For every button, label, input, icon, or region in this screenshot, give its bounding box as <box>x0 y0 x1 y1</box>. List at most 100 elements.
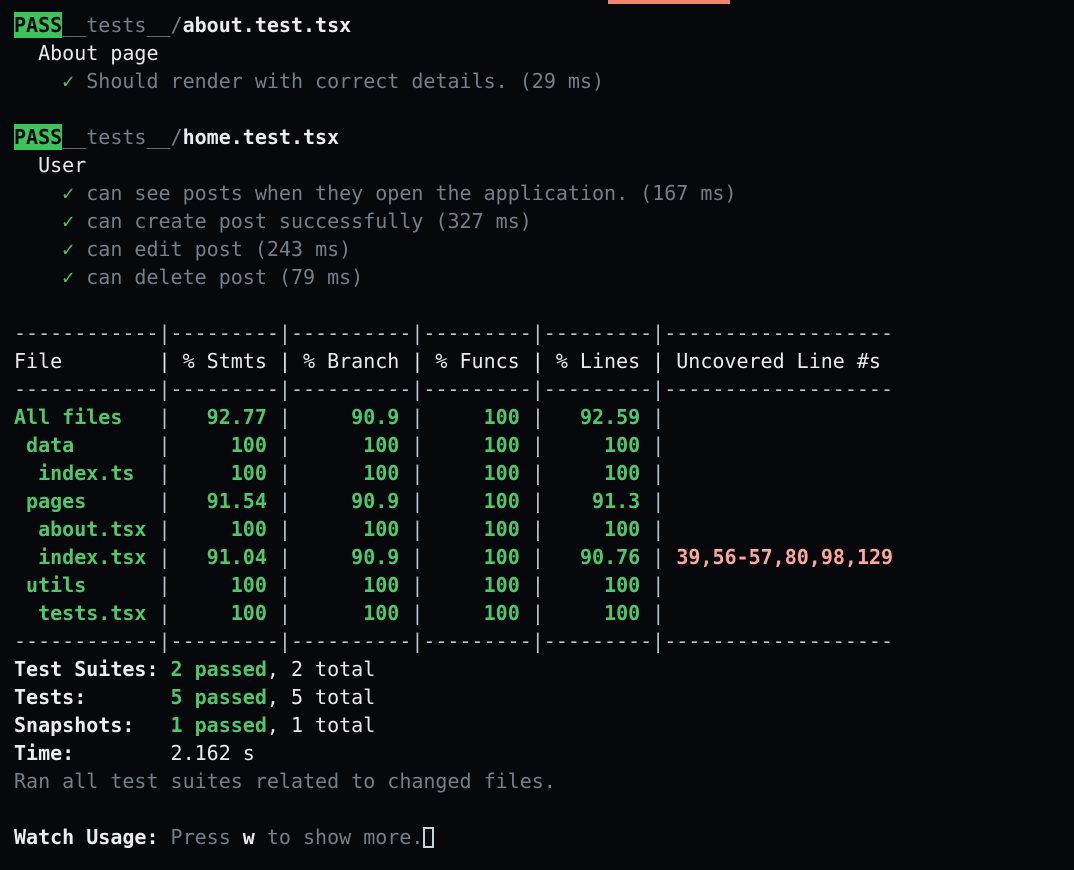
coverage-stmts-cell: 100 <box>170 433 279 457</box>
coverage-uncovered-cell <box>664 573 676 597</box>
coverage-file-cell: data <box>14 433 159 457</box>
summary-ran-note: Ran all test suites related to changed f… <box>14 767 1074 795</box>
coverage-uncovered-cell <box>664 489 676 513</box>
coverage-branch-cell: 90.9 <box>290 405 412 429</box>
coverage-funcs-cell: 100 <box>423 545 532 569</box>
column-divider: | <box>652 545 665 569</box>
column-divider: | <box>652 573 665 597</box>
summary-tests-passed: 5 passed <box>170 685 267 709</box>
column-divider: | <box>531 433 544 457</box>
describe-block-label: User <box>14 151 1074 179</box>
coverage-funcs-cell: 100 <box>423 405 532 429</box>
check-icon: ✓ <box>62 181 75 205</box>
suite-file[interactable]: about.test.tsx <box>183 13 352 37</box>
watch-usage-row: Watch Usage: Press w to show more. <box>14 823 1074 851</box>
column-divider: | <box>158 461 171 485</box>
coverage-branch-cell: 90.9 <box>290 489 412 513</box>
coverage-uncovered-cell <box>664 461 676 485</box>
column-divider: | <box>158 489 171 513</box>
coverage-stmts-cell: 92.77 <box>170 405 279 429</box>
summary-test-suites-total: , 2 total <box>266 657 376 681</box>
suite-dir: __tests__/ <box>62 13 183 37</box>
column-divider: | <box>411 573 424 597</box>
suite-header-row: PASS__tests__/about.test.tsx <box>14 11 1074 39</box>
summary-tests-label: Tests: <box>14 685 87 709</box>
test-case-row: ✓ Should render with correct details. (2… <box>14 67 1074 95</box>
table-row[interactable]: index.ts | 100 | 100 | 100 | 100 | <box>14 459 1074 487</box>
ran-note-text: Ran all test suites related to changed f… <box>14 769 556 793</box>
column-divider: | <box>278 573 291 597</box>
watch-hint-pre: Press <box>170 825 243 849</box>
check-icon: ✓ <box>62 237 75 261</box>
column-divider: | <box>411 433 424 457</box>
summary-tests-row: Tests: 5 passed, 5 total <box>14 683 1074 711</box>
describe-text: User <box>38 153 87 177</box>
coverage-file-cell: All files <box>14 405 159 429</box>
column-divider: | <box>411 545 424 569</box>
coverage-funcs-cell: 100 <box>423 433 532 457</box>
column-divider: | <box>531 461 544 485</box>
table-row[interactable]: All files | 92.77 | 90.9 | 100 | 92.59 | <box>14 403 1074 431</box>
column-divider: | <box>158 573 171 597</box>
describe-text: About page <box>38 41 159 65</box>
coverage-file-cell: about.tsx <box>14 517 159 541</box>
coverage-uncovered-cell <box>664 601 676 625</box>
summary-time-label: Time: <box>14 741 75 765</box>
check-icon: ✓ <box>62 209 75 233</box>
coverage-funcs-cell: 100 <box>423 461 532 485</box>
column-divider: | <box>531 601 544 625</box>
column-divider: | <box>531 405 544 429</box>
coverage-stmts-cell: 91.54 <box>170 489 279 513</box>
coverage-uncovered-cell <box>664 517 676 541</box>
watch-hint-key[interactable]: w <box>243 825 255 849</box>
suite-file[interactable]: home.test.tsx <box>183 125 340 149</box>
column-divider: | <box>278 601 291 625</box>
column-divider: | <box>158 545 171 569</box>
column-divider: | <box>278 517 291 541</box>
terminal-window: PASS__tests__/about.test.tsx About page … <box>0 0 1074 870</box>
test-case-row: ✓ can see posts when they open the appli… <box>14 179 1074 207</box>
summary-test-suites-label: Test Suites: <box>14 657 159 681</box>
column-divider: | <box>411 489 424 513</box>
table-row[interactable]: pages | 91.54 | 90.9 | 100 | 91.3 | <box>14 487 1074 515</box>
coverage-branch-cell: 100 <box>290 461 412 485</box>
test-case-name: Should render with correct details. <box>86 69 508 93</box>
table-row[interactable]: index.tsx | 91.04 | 90.9 | 100 | 90.76 |… <box>14 543 1074 571</box>
column-divider: | <box>652 433 665 457</box>
coverage-stmts-cell: 100 <box>170 573 279 597</box>
column-divider: | <box>278 461 291 485</box>
coverage-lines-cell: 90.76 <box>543 545 653 569</box>
summary-test-suites-passed: 2 passed <box>170 657 267 681</box>
coverage-stmts-cell: 100 <box>170 461 279 485</box>
test-case-name: can see posts when they open the applica… <box>86 181 629 205</box>
test-case-duration: (167 ms) <box>640 181 737 205</box>
watch-usage-label: Watch Usage: <box>14 825 159 849</box>
coverage-lines-cell: 100 <box>543 573 653 597</box>
column-divider: | <box>531 517 544 541</box>
coverage-file-cell: utils <box>14 573 159 597</box>
coverage-stmts-cell: 100 <box>170 601 279 625</box>
column-divider: | <box>531 573 544 597</box>
test-case-row: ✓ can delete post (79 ms) <box>14 263 1074 291</box>
coverage-funcs-cell: 100 <box>423 517 532 541</box>
table-row[interactable]: about.tsx | 100 | 100 | 100 | 100 | <box>14 515 1074 543</box>
status-badge: PASS <box>14 12 63 38</box>
column-divider: | <box>158 601 171 625</box>
test-case-duration: (243 ms) <box>254 237 352 261</box>
test-case-name: can edit post <box>86 237 243 261</box>
column-divider: | <box>158 517 171 541</box>
summary-snapshots-passed: 1 passed <box>170 713 267 737</box>
describe-block-label: About page <box>14 39 1074 67</box>
table-row[interactable]: data | 100 | 100 | 100 | 100 | <box>14 431 1074 459</box>
test-case-duration: (29 ms) <box>519 69 605 93</box>
table-row[interactable]: tests.tsx | 100 | 100 | 100 | 100 | <box>14 599 1074 627</box>
table-row[interactable]: utils | 100 | 100 | 100 | 100 | <box>14 571 1074 599</box>
summary-snapshots-row: Snapshots: 1 passed, 1 total <box>14 711 1074 739</box>
column-divider: | <box>411 517 424 541</box>
check-icon: ✓ <box>62 69 75 93</box>
column-divider: | <box>411 601 424 625</box>
summary-test-suites-row: Test Suites: 2 passed, 2 total <box>14 655 1074 683</box>
coverage-stmts-cell: 91.04 <box>170 545 279 569</box>
summary-snapshots-label: Snapshots: <box>14 713 135 737</box>
